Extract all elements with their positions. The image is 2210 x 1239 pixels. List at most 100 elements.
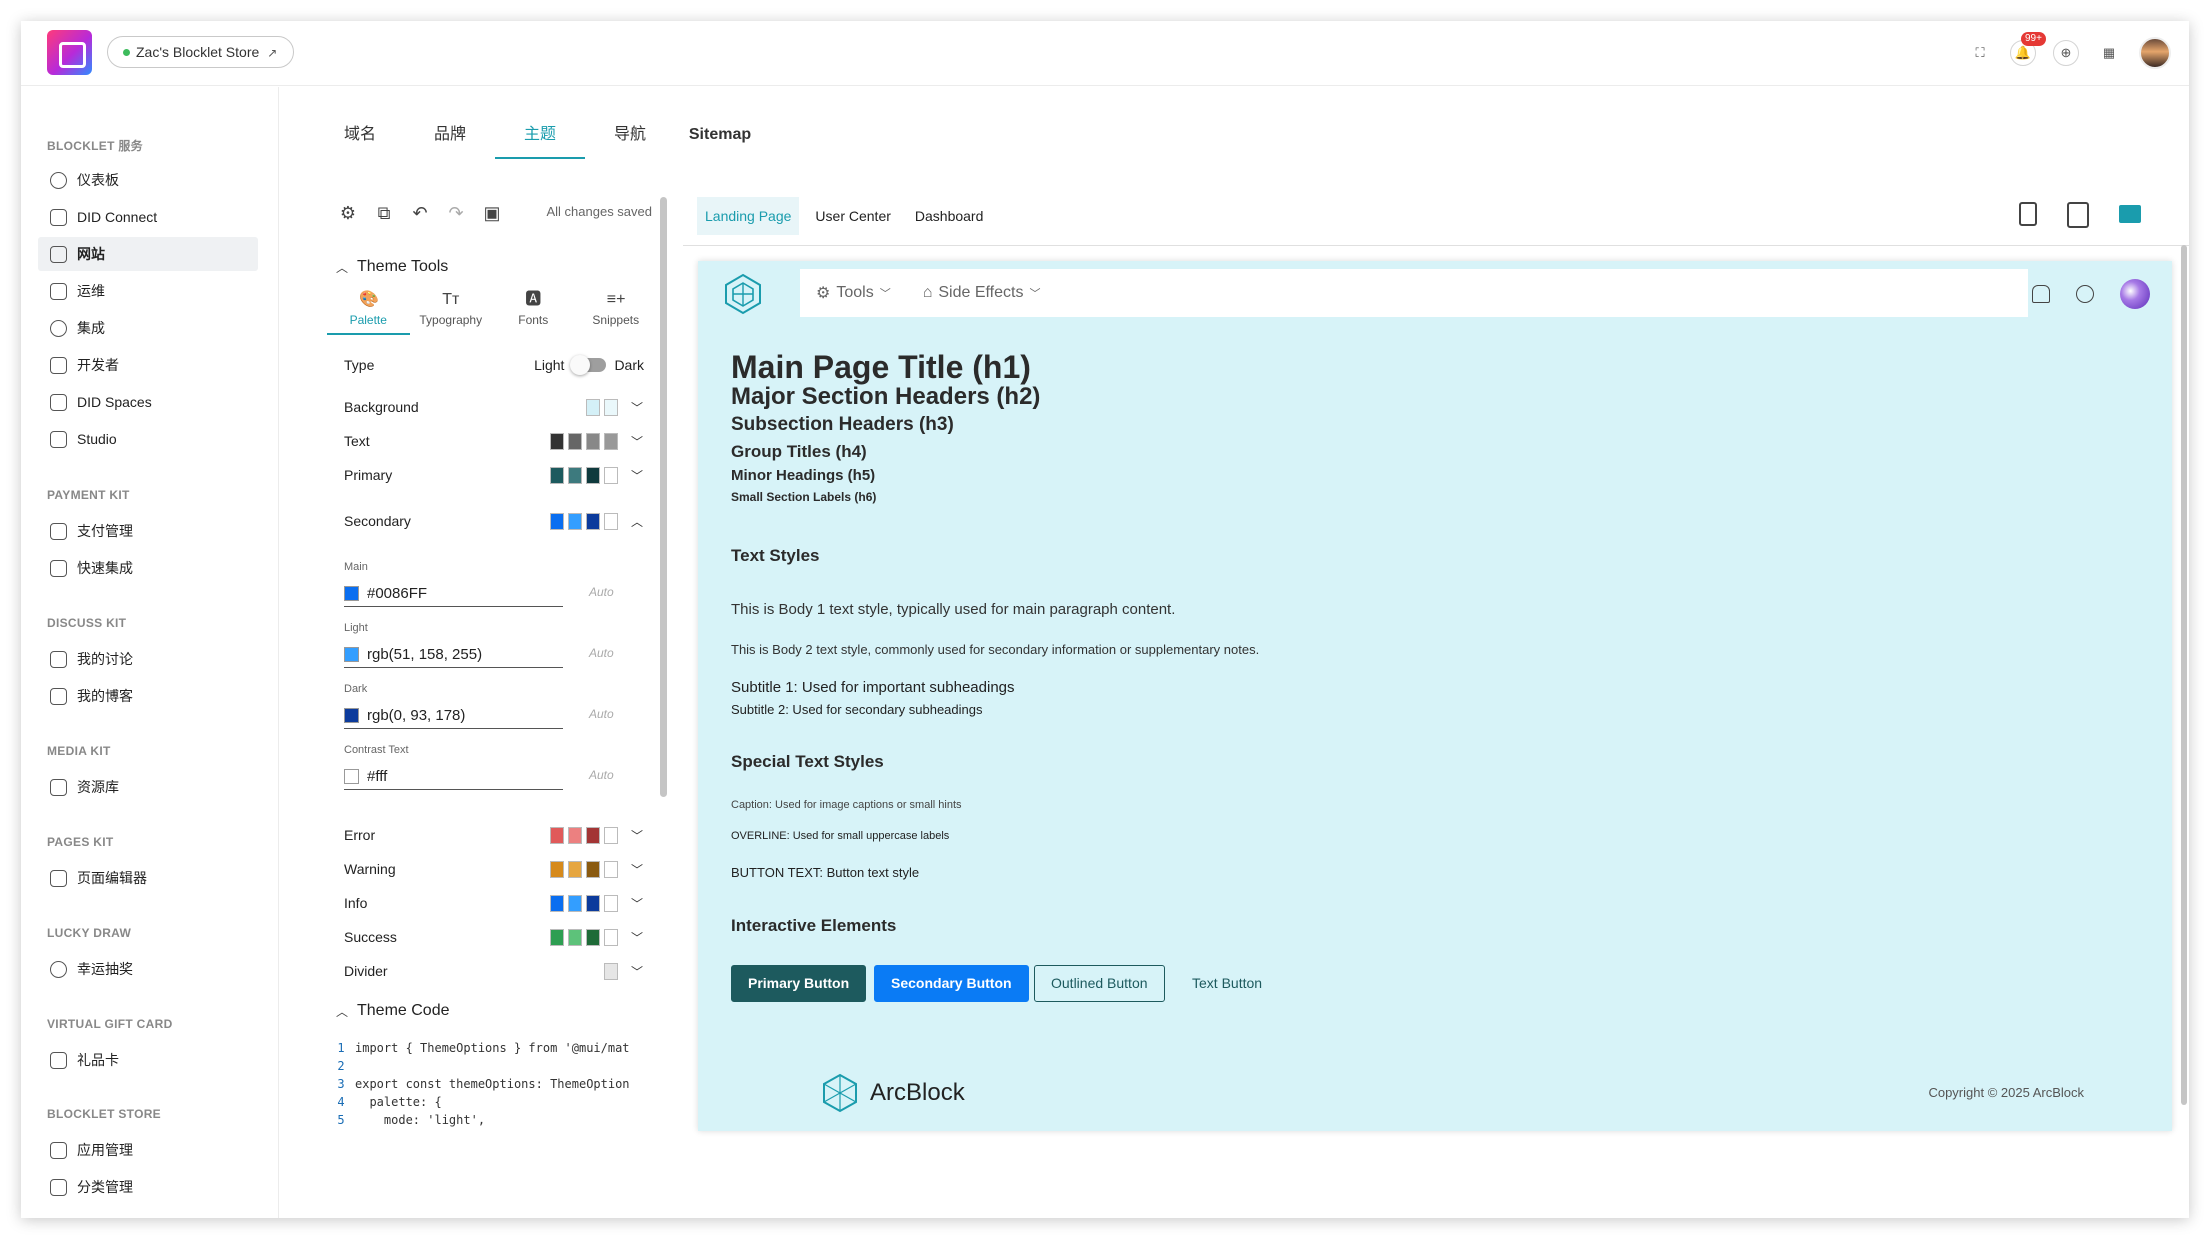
warning-row[interactable]: Warning ﹀ [344, 857, 644, 881]
tab-landing-page[interactable]: Landing Page [697, 197, 800, 235]
color-swatch[interactable] [344, 708, 359, 723]
swatch[interactable] [568, 466, 582, 484]
swatch[interactable] [550, 466, 564, 484]
store-switcher[interactable]: Zac's Blocklet Store ↗ [107, 36, 295, 68]
chevron-down-icon[interactable]: ﹀ [630, 963, 644, 980]
preview-logo-icon[interactable] [722, 273, 764, 315]
nav-side-effects[interactable]: ⌂ Side Effects ﹀ [923, 284, 1041, 302]
color-swatch[interactable] [344, 586, 359, 601]
settings-gear-icon[interactable]: ⚙ [337, 202, 359, 224]
text-button[interactable]: Text Button [1175, 965, 1279, 1002]
preview-avatar[interactable] [2120, 279, 2150, 309]
swatch[interactable] [586, 512, 600, 530]
swatch[interactable] [604, 826, 618, 844]
tablet-device-icon[interactable] [2067, 202, 2089, 228]
sidebar-item-quick-integration[interactable]: 快速集成 [38, 551, 258, 585]
tab-domain[interactable]: 域名 [315, 115, 405, 159]
chevron-down-icon[interactable]: ﹀ [630, 929, 644, 946]
swatch[interactable] [568, 432, 582, 450]
swatch[interactable] [586, 466, 600, 484]
secondary-row[interactable]: Secondary ︿ [344, 509, 644, 533]
primary-row[interactable]: Primary ﹀ [344, 463, 644, 487]
swatch[interactable] [604, 860, 618, 878]
sidebar-item-media-library[interactable]: 资源库 [38, 770, 258, 804]
sidebar-item-operations[interactable]: 运维 [38, 274, 258, 308]
copy-icon[interactable]: ⧉ [373, 202, 395, 224]
swatch[interactable] [586, 928, 600, 946]
swatch[interactable] [604, 512, 618, 530]
swatch[interactable] [568, 894, 582, 912]
save-icon[interactable]: ▣ [481, 202, 503, 224]
secondary-light-input[interactable]: rgb(51, 158, 255) [344, 642, 563, 668]
swatch[interactable] [568, 860, 582, 878]
swatch[interactable] [568, 826, 582, 844]
sidebar-item-my-discussions[interactable]: 我的讨论 [38, 642, 258, 676]
swatch[interactable] [604, 398, 618, 416]
chevron-up-icon[interactable]: ︿ [630, 513, 644, 530]
swatch[interactable] [586, 398, 600, 416]
swatch[interactable] [586, 826, 600, 844]
tab-palette[interactable]: 🎨 Palette [327, 289, 410, 335]
panel-scrollbar[interactable] [660, 197, 667, 797]
chevron-down-icon[interactable]: ﹀ [630, 861, 644, 878]
mode-toggle[interactable] [570, 355, 607, 375]
sidebar-item-did-spaces[interactable]: DID Spaces [38, 385, 258, 419]
tab-theme[interactable]: 主题 [495, 115, 585, 159]
secondary-dark-input[interactable]: rgb(0, 93, 178) [344, 703, 563, 729]
preview-scrollbar[interactable] [2181, 245, 2187, 1105]
sidebar-item-lucky-draw[interactable]: 幸运抽奖 [38, 952, 258, 986]
swatch[interactable] [550, 894, 564, 912]
swatch[interactable] [604, 894, 618, 912]
tab-snippets[interactable]: ≡+ Snippets [575, 289, 658, 335]
notifications-icon[interactable]: 🔔 99+ [2010, 32, 2046, 66]
error-row[interactable]: Error ﹀ [344, 823, 644, 847]
globe-icon[interactable] [2076, 285, 2094, 303]
sidebar-item-studio[interactable]: Studio [38, 422, 258, 456]
secondary-button[interactable]: Secondary Button [874, 965, 1029, 1002]
auto-label[interactable]: Auto [589, 707, 614, 721]
tab-dashboard[interactable]: Dashboard [907, 197, 992, 235]
fullscreen-icon[interactable]: ⛶ [1967, 40, 1993, 66]
mobile-device-icon[interactable] [2019, 202, 2037, 226]
sidebar-item-dashboard[interactable]: 仪表板 [38, 163, 258, 197]
sidebar-item-did-connect[interactable]: DID Connect [38, 200, 258, 234]
sidebar-item-developer[interactable]: 开发者 [38, 348, 258, 382]
language-globe-icon[interactable]: ⊕ [2053, 40, 2079, 66]
chevron-down-icon[interactable]: ﹀ [630, 433, 644, 450]
swatch[interactable] [586, 894, 600, 912]
outlined-button[interactable]: Outlined Button [1034, 965, 1165, 1002]
info-row[interactable]: Info ﹀ [344, 891, 644, 915]
sidebar-item-app-management[interactable]: 应用管理 [38, 1133, 258, 1167]
primary-button[interactable]: Primary Button [731, 965, 867, 1002]
color-swatch[interactable] [344, 647, 359, 662]
swatch[interactable] [604, 432, 618, 450]
success-row[interactable]: Success ﹀ [344, 925, 644, 949]
swatch[interactable] [604, 466, 618, 484]
sidebar-item-page-editor[interactable]: 页面编辑器 [38, 861, 258, 895]
tab-fonts[interactable]: 🅰 Fonts [492, 289, 575, 335]
color-swatch[interactable] [344, 769, 359, 784]
background-row[interactable]: Background ﹀ [344, 395, 644, 419]
desktop-device-icon[interactable] [2119, 205, 2141, 223]
tab-typography[interactable]: Tт Typography [410, 289, 493, 335]
footer-brand[interactable]: ArcBlock [822, 1073, 965, 1113]
swatch[interactable] [550, 826, 564, 844]
text-row[interactable]: Text ﹀ [344, 429, 644, 453]
sidebar-item-website[interactable]: 网站 [38, 237, 258, 271]
swatch[interactable] [550, 432, 564, 450]
swatch[interactable] [586, 432, 600, 450]
swatch[interactable] [568, 928, 582, 946]
redo-icon[interactable]: ↷ [445, 202, 467, 224]
secondary-main-input[interactable]: #0086FF [344, 581, 563, 607]
chevron-down-icon[interactable]: ﹀ [630, 399, 644, 416]
secondary-contrast-input[interactable]: #fff [344, 764, 563, 790]
theme-code-editor[interactable]: 1 import { ThemeOptions } from '@mui/mat … [327, 1039, 657, 1129]
tab-sitemap[interactable]: Sitemap [675, 115, 765, 159]
user-avatar[interactable] [2139, 37, 2171, 69]
chevron-down-icon[interactable]: ﹀ [630, 467, 644, 484]
auto-label[interactable]: Auto [589, 768, 614, 782]
sidebar-item-payment-management[interactable]: 支付管理 [38, 514, 258, 548]
sidebar-item-my-blog[interactable]: 我的博客 [38, 679, 258, 713]
divider-row[interactable]: Divider ﹀ [344, 959, 644, 983]
sidebar-item-integrations[interactable]: 集成 [38, 311, 258, 345]
